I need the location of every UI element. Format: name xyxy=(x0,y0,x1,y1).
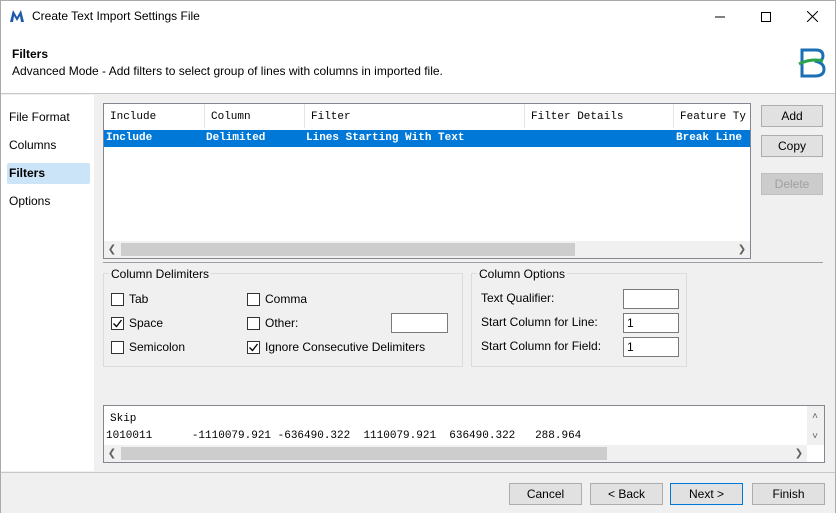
cell-include: Include xyxy=(106,132,153,144)
file-preview[interactable]: Skip 1010011 -1110079.921 -636490.322 11… xyxy=(103,405,825,463)
checkbox-box[interactable] xyxy=(247,340,260,354)
wizard-nav: File Format Columns Filters Options xyxy=(1,95,94,471)
checkbox-box[interactable] xyxy=(247,292,260,306)
app-icon xyxy=(9,8,25,24)
cell-column: Delimited xyxy=(206,132,266,144)
column-header-filter-details[interactable]: Filter Details xyxy=(525,104,674,128)
table-row[interactable]: Include Delimited Lines Starting With Te… xyxy=(104,130,750,147)
tab-checkbox[interactable]: Tab xyxy=(111,291,148,307)
delete-button[interactable]: Delete xyxy=(761,173,823,195)
preview-line: 1010011 -1110079.921 -636490.322 1110079… xyxy=(106,430,582,442)
divider xyxy=(103,262,823,263)
scroll-up-icon[interactable]: ˄ xyxy=(807,408,823,425)
scroll-right-icon[interactable]: ❯ xyxy=(734,241,750,258)
column-options-title: Column Options xyxy=(477,267,568,281)
start-column-line-input[interactable]: 1 xyxy=(623,313,679,333)
page-title: Filters xyxy=(12,47,49,61)
scroll-thumb[interactable] xyxy=(121,447,607,460)
title-bar[interactable]: Create Text Import Settings File xyxy=(1,1,835,32)
nav-item-file-format[interactable]: File Format xyxy=(7,107,90,128)
cancel-button[interactable]: Cancel xyxy=(509,483,582,505)
minimize-button[interactable] xyxy=(697,1,743,32)
grid-horizontal-scrollbar[interactable]: ❮ ❯ xyxy=(104,241,750,258)
nav-item-columns[interactable]: Columns xyxy=(7,135,90,156)
checkbox-box[interactable] xyxy=(111,316,124,330)
main-panel: Include Column Filter Filter Details Fea… xyxy=(95,95,835,471)
scroll-right-icon[interactable]: ❯ xyxy=(791,445,807,462)
preview-horizontal-scrollbar[interactable]: ❮ ❯ xyxy=(104,445,807,462)
start-column-field-label: Start Column for Field: xyxy=(481,339,602,353)
comma-checkbox[interactable]: Comma xyxy=(247,291,307,307)
other-checkbox[interactable]: Other: xyxy=(247,315,298,331)
space-checkbox[interactable]: Space xyxy=(111,315,163,331)
close-button[interactable] xyxy=(789,1,835,32)
ignore-consecutive-checkbox[interactable]: Ignore Consecutive Delimiters xyxy=(247,339,425,355)
column-delimiters-title: Column Delimiters xyxy=(109,267,212,281)
grid-header: Include Column Filter Filter Details Fea… xyxy=(104,104,750,129)
finish-button[interactable]: Finish xyxy=(752,483,825,505)
minimize-icon xyxy=(715,16,725,17)
other-delimiter-input[interactable] xyxy=(391,313,448,333)
scroll-down-icon[interactable]: ˅ xyxy=(807,428,823,445)
maximize-icon xyxy=(761,11,771,22)
column-header-feature-type[interactable]: Feature Ty xyxy=(674,104,750,128)
add-button[interactable]: Add xyxy=(761,105,823,127)
preview-line: Skip xyxy=(110,413,137,425)
cell-feature-type: Break Line xyxy=(676,132,743,144)
wizard-header: Filters Advanced Mode - Add filters to s… xyxy=(1,32,835,94)
preview-vertical-scrollbar[interactable]: ˄ ˅ xyxy=(807,406,824,445)
wizard-footer: Cancel < Back Next > Finish xyxy=(1,472,835,513)
column-header-column[interactable]: Column xyxy=(205,104,305,128)
cell-filter-details xyxy=(524,130,674,147)
maximize-button[interactable] xyxy=(743,1,789,32)
window-title: Create Text Import Settings File xyxy=(32,9,200,23)
text-qualifier-input[interactable] xyxy=(623,289,679,309)
scroll-left-icon[interactable]: ❮ xyxy=(104,445,120,462)
copy-button[interactable]: Copy xyxy=(761,135,823,157)
column-header-filter[interactable]: Filter xyxy=(305,104,525,128)
scroll-left-icon[interactable]: ❮ xyxy=(104,241,120,258)
next-button[interactable]: Next > xyxy=(670,483,743,505)
close-icon xyxy=(806,11,818,22)
nav-item-filters[interactable]: Filters xyxy=(7,163,90,184)
bentley-logo-icon xyxy=(796,47,826,79)
checkbox-box[interactable] xyxy=(111,340,124,354)
cell-filter: Lines Starting With Text xyxy=(306,132,465,144)
text-qualifier-label: Text Qualifier: xyxy=(481,291,555,305)
checkmark-icon xyxy=(113,319,123,327)
start-column-line-label: Start Column for Line: xyxy=(481,315,598,329)
page-subtitle: Advanced Mode - Add filters to select gr… xyxy=(12,64,443,78)
semicolon-checkbox[interactable]: Semicolon xyxy=(111,339,185,355)
filter-grid[interactable]: Include Column Filter Filter Details Fea… xyxy=(103,103,751,259)
nav-item-options[interactable]: Options xyxy=(7,191,90,212)
dialog-window: Create Text Import Settings File Filters… xyxy=(0,0,836,513)
scroll-thumb[interactable] xyxy=(121,243,575,256)
checkbox-box[interactable] xyxy=(111,292,124,306)
start-column-field-input[interactable]: 1 xyxy=(623,337,679,357)
back-button[interactable]: < Back xyxy=(590,483,663,505)
column-header-include[interactable]: Include xyxy=(104,104,205,128)
checkmark-icon xyxy=(249,343,259,351)
checkbox-box[interactable] xyxy=(247,316,260,330)
